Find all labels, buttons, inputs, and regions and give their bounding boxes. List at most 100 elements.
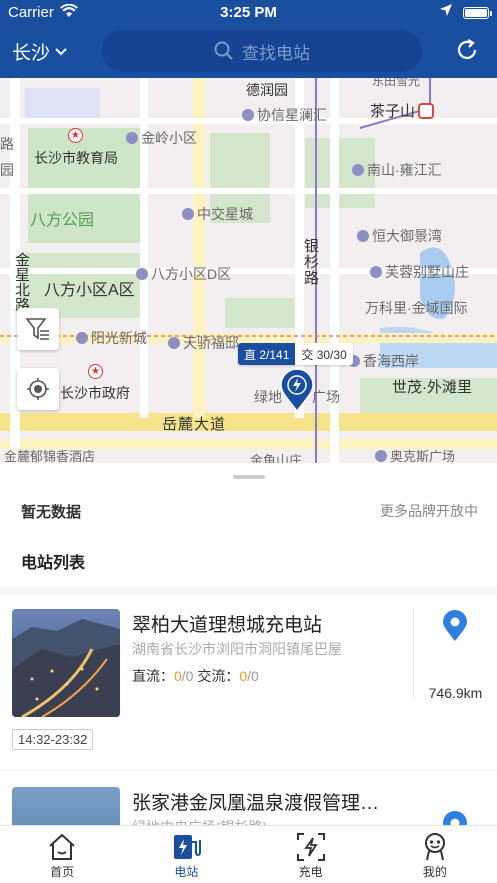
station-photo [12, 609, 120, 717]
callout-ac: 交 30/30 [295, 343, 353, 365]
status-bar: Carrier 3:25 PM [0, 0, 497, 26]
refresh-icon [457, 39, 477, 59]
road-label: 岳麓大道 [162, 416, 227, 433]
poi-dot-icon [357, 230, 369, 242]
poi-label: 阳光新城 [76, 328, 147, 348]
poi-label: 中交星城 [182, 204, 253, 224]
poi-label: 恒大御景湾 [357, 226, 442, 246]
road-label: 银杉路 [302, 238, 319, 286]
poi-label: 金麓郁锦香酒店 [4, 449, 96, 463]
filter-button[interactable] [17, 308, 59, 350]
city-selector[interactable]: 长沙 [12, 38, 68, 65]
station-icon [171, 831, 202, 863]
poi-label: 八方小区A区 [44, 282, 135, 299]
poi-label: 万科里·金域国际 [365, 300, 468, 316]
crosshair-icon [27, 378, 49, 400]
poi-label: 长沙市教育局 [34, 150, 118, 166]
poi-label: 金鱼山庄 [250, 453, 303, 463]
poi-label: 金星北路 [13, 252, 30, 312]
nav-bar: 长沙 查找电站 [0, 26, 497, 78]
metro-icon [418, 102, 435, 119]
station-item[interactable]: 翠柏大道理想城充电站 湖南省长沙市浏阳市洞阳镇尾巴屋 直流：0/0 交流：0/0… [0, 594, 497, 769]
poi-dot-icon [136, 268, 148, 280]
chevron-down-icon [55, 47, 67, 55]
poi-dot-icon [370, 266, 382, 278]
poi-label: 芙蓉别墅山庄 [370, 262, 469, 282]
tab-charge[interactable]: 充电 [249, 826, 373, 883]
poi-label: 八方公园 [30, 212, 95, 229]
tab-label: 我的 [422, 865, 447, 879]
map-pin-icon [443, 610, 467, 641]
tab-label: 电站 [174, 865, 199, 879]
station-marker[interactable] [279, 368, 315, 417]
map-view[interactable]: 德润园 东田雪光 茶子山 协信星澜汇 金岭小区 ★ 长沙市教育局 路 园 南山·… [0, 78, 497, 463]
search-bar[interactable]: 查找电站 [102, 30, 422, 72]
tab-home[interactable]: 首页 [0, 826, 124, 883]
callout-dc: 直 2/141 [238, 343, 296, 365]
station-name: 翠柏大道理想城充电站 [132, 615, 323, 636]
clock: 3:25 PM [220, 4, 277, 21]
poi-label: 东田雪光 [372, 78, 421, 88]
poi-dot-icon [126, 132, 138, 144]
search-placeholder: 查找电站 [242, 43, 310, 63]
divider [413, 608, 414, 698]
navigate-button[interactable] [442, 610, 468, 647]
location-arrow-icon [439, 3, 453, 21]
navigate-button[interactable] [442, 811, 468, 825]
station-sheet: 暂无数据 更多品牌开放中 电站列表 翠柏大道理想城充电站 湖南省长沙市浏阳市洞阳… [0, 463, 497, 825]
poi-dot-icon [242, 109, 254, 121]
poi-label: 协信星澜汇 [242, 105, 327, 125]
station-distance: 746.9km [428, 685, 483, 701]
drag-handle[interactable] [233, 475, 265, 479]
poi-label: 茶子山 [370, 100, 435, 121]
home-icon [47, 831, 77, 863]
station-connector-counts: 直流：0/0 交流：0/0 [132, 668, 259, 684]
poi-label: 奥克斯广场 [375, 446, 455, 463]
locate-button[interactable] [17, 368, 59, 410]
tab-profile[interactable]: 我的 [373, 826, 497, 883]
poi-label: 绿地 [254, 389, 282, 405]
tab-label: 充电 [298, 865, 323, 879]
tab-station[interactable]: 电站 [124, 826, 248, 883]
poi-label: 广场 [312, 389, 340, 405]
landmark-star-icon: ★ [68, 128, 83, 143]
poi-dot-icon [168, 337, 180, 349]
poi-label: 长沙市政府 [60, 385, 130, 401]
no-data-label: 暂无数据 [21, 504, 82, 521]
more-brands-label: 更多品牌开放中 [380, 503, 478, 519]
poi-label: 香海西岸 [348, 351, 419, 371]
station-hours: 14:32-23:32 [12, 729, 94, 750]
poi-dot-icon [76, 332, 88, 344]
poi-label: 园 [0, 162, 14, 178]
landmark-star-icon: ★ [88, 364, 103, 379]
poi-dot-icon [375, 449, 387, 462]
poi-label: 八方小区D区 [136, 264, 231, 284]
filter-icon [25, 318, 49, 340]
charge-icon [296, 831, 326, 863]
poi-label: 南山·雍江汇 [352, 160, 442, 180]
poi-dot-icon [352, 164, 364, 176]
station-pin-icon [280, 368, 314, 413]
poi-label: 路 [0, 136, 14, 152]
profile-icon [421, 831, 449, 863]
poi-label: 金岭小区 [126, 128, 197, 148]
station-list-title: 电站列表 [21, 555, 86, 572]
refresh-button[interactable] [455, 38, 479, 67]
station-address: 湖南省长沙市浏阳市洞阳镇尾巴屋 [132, 641, 342, 657]
poi-label: 德润园 [246, 82, 288, 98]
station-name: 张家港金凤凰温泉渡假管理… [132, 793, 380, 814]
tab-bar: 首页 电站 充电 我的 [0, 825, 497, 883]
city-label: 长沙 [12, 43, 51, 64]
station-photo [12, 787, 120, 825]
tab-label: 首页 [50, 865, 75, 879]
poi-label: 世茂·外滩里 [392, 379, 472, 396]
divider [0, 586, 497, 594]
battery-icon [463, 7, 489, 19]
station-callout[interactable]: 直 2/141 交 30/30 [238, 343, 353, 365]
map-pin-icon [443, 811, 467, 825]
station-item[interactable]: 张家港金凤凰温泉渡假管理… 绿地中央广场(银杉路) [0, 771, 497, 825]
poi-dot-icon [182, 208, 194, 220]
search-icon [214, 41, 233, 60]
station-address: 绿地中央广场(银杉路) [132, 817, 397, 825]
poi-label: 天骄福邸 [168, 333, 239, 353]
